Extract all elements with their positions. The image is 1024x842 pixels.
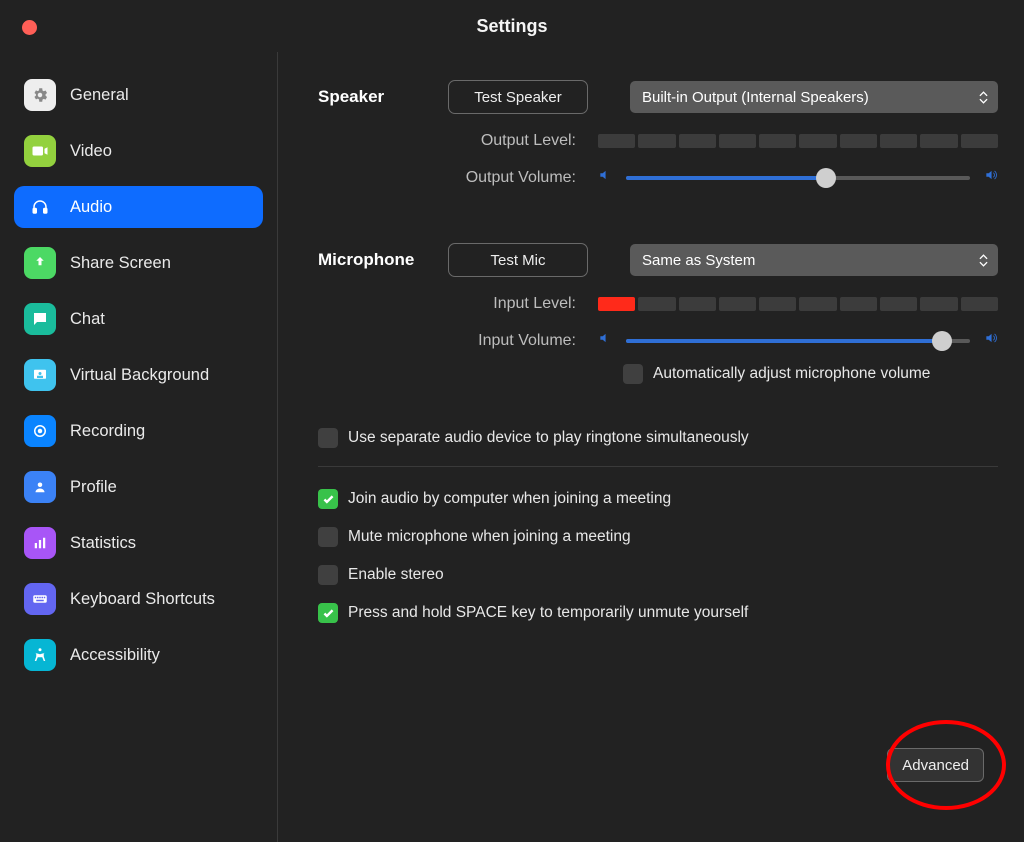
keyboard-icon — [24, 583, 56, 615]
input-level-meter — [598, 297, 998, 311]
enable-stereo-label: Enable stereo — [348, 566, 444, 584]
microphone-heading: Microphone — [318, 250, 448, 270]
join-audio-label: Join audio by computer when joining a me… — [348, 490, 671, 508]
space-unmute-checkbox[interactable] — [318, 603, 338, 623]
sidebar-item-video[interactable]: Video — [14, 130, 263, 172]
speaker-device-dropdown[interactable]: Built-in Output (Internal Speakers) — [630, 81, 998, 113]
sidebar-item-accessibility[interactable]: Accessibility — [14, 634, 263, 676]
sidebar-item-virtual-background[interactable]: Virtual Background — [14, 354, 263, 396]
speaker-device-value: Built-in Output (Internal Speakers) — [642, 89, 869, 106]
virtual-background-icon — [24, 359, 56, 391]
close-window-button[interactable] — [22, 20, 37, 35]
sidebar-item-label: Video — [70, 142, 112, 161]
sidebar-item-audio[interactable]: Audio — [14, 186, 263, 228]
sidebar-item-label: Audio — [70, 198, 112, 217]
sidebar-item-label: Share Screen — [70, 254, 171, 273]
auto-adjust-mic-label: Automatically adjust microphone volume — [653, 365, 930, 383]
audio-settings-panel: Speaker Test Speaker Built-in Output (In… — [278, 52, 1024, 842]
test-mic-button[interactable]: Test Mic — [448, 243, 588, 277]
auto-adjust-mic-checkbox[interactable] — [623, 364, 643, 384]
speaker-low-icon — [598, 331, 612, 350]
input-volume-slider[interactable] — [626, 333, 970, 349]
input-volume-label: Input Volume: — [318, 332, 598, 350]
divider — [318, 466, 998, 467]
sidebar-item-general[interactable]: General — [14, 74, 263, 116]
sidebar-item-statistics[interactable]: Statistics — [14, 522, 263, 564]
enable-stereo-checkbox[interactable] — [318, 565, 338, 585]
window-title: Settings — [476, 16, 547, 37]
chevron-updown-icon — [979, 254, 988, 267]
sidebar-item-chat[interactable]: Chat — [14, 298, 263, 340]
test-speaker-button[interactable]: Test Speaker — [448, 80, 588, 114]
sidebar-item-label: Profile — [70, 478, 117, 497]
separate-ringtone-checkbox[interactable] — [318, 428, 338, 448]
speaker-high-icon — [984, 331, 998, 350]
accessibility-icon — [24, 639, 56, 671]
advanced-button[interactable]: Advanced — [887, 748, 984, 782]
profile-icon — [24, 471, 56, 503]
sidebar-item-label: Virtual Background — [70, 366, 209, 385]
gear-icon — [24, 79, 56, 111]
sidebar-item-recording[interactable]: Recording — [14, 410, 263, 452]
join-audio-checkbox[interactable] — [318, 489, 338, 509]
sidebar-item-share-screen[interactable]: Share Screen — [14, 242, 263, 284]
sidebar-item-keyboard-shortcuts[interactable]: Keyboard Shortcuts — [14, 578, 263, 620]
speaker-high-icon — [984, 168, 998, 187]
sidebar-item-profile[interactable]: Profile — [14, 466, 263, 508]
sidebar-item-label: Keyboard Shortcuts — [70, 590, 215, 609]
space-unmute-label: Press and hold SPACE key to temporarily … — [348, 604, 748, 622]
mic-device-value: Same as System — [642, 252, 755, 269]
output-level-meter — [598, 134, 998, 148]
share-screen-icon — [24, 247, 56, 279]
input-level-label: Input Level: — [318, 295, 598, 313]
output-volume-slider[interactable] — [626, 170, 970, 186]
separate-ringtone-label: Use separate audio device to play ringto… — [348, 429, 749, 447]
output-volume-label: Output Volume: — [318, 169, 598, 187]
sidebar-item-label: Chat — [70, 310, 105, 329]
recording-icon — [24, 415, 56, 447]
mute-on-join-label: Mute microphone when joining a meeting — [348, 528, 631, 546]
sidebar-item-label: Statistics — [70, 534, 136, 553]
video-icon — [24, 135, 56, 167]
settings-sidebar: General Video Audio Share Screen — [0, 52, 278, 842]
sidebar-item-label: Accessibility — [70, 646, 160, 665]
titlebar: Settings — [0, 0, 1024, 52]
speaker-low-icon — [598, 168, 612, 187]
statistics-icon — [24, 527, 56, 559]
chat-icon — [24, 303, 56, 335]
mic-device-dropdown[interactable]: Same as System — [630, 244, 998, 276]
sidebar-item-label: General — [70, 86, 129, 105]
speaker-heading: Speaker — [318, 87, 448, 107]
output-level-label: Output Level: — [318, 132, 598, 150]
chevron-updown-icon — [979, 91, 988, 104]
mute-on-join-checkbox[interactable] — [318, 527, 338, 547]
sidebar-item-label: Recording — [70, 422, 145, 441]
headphones-icon — [24, 191, 56, 223]
